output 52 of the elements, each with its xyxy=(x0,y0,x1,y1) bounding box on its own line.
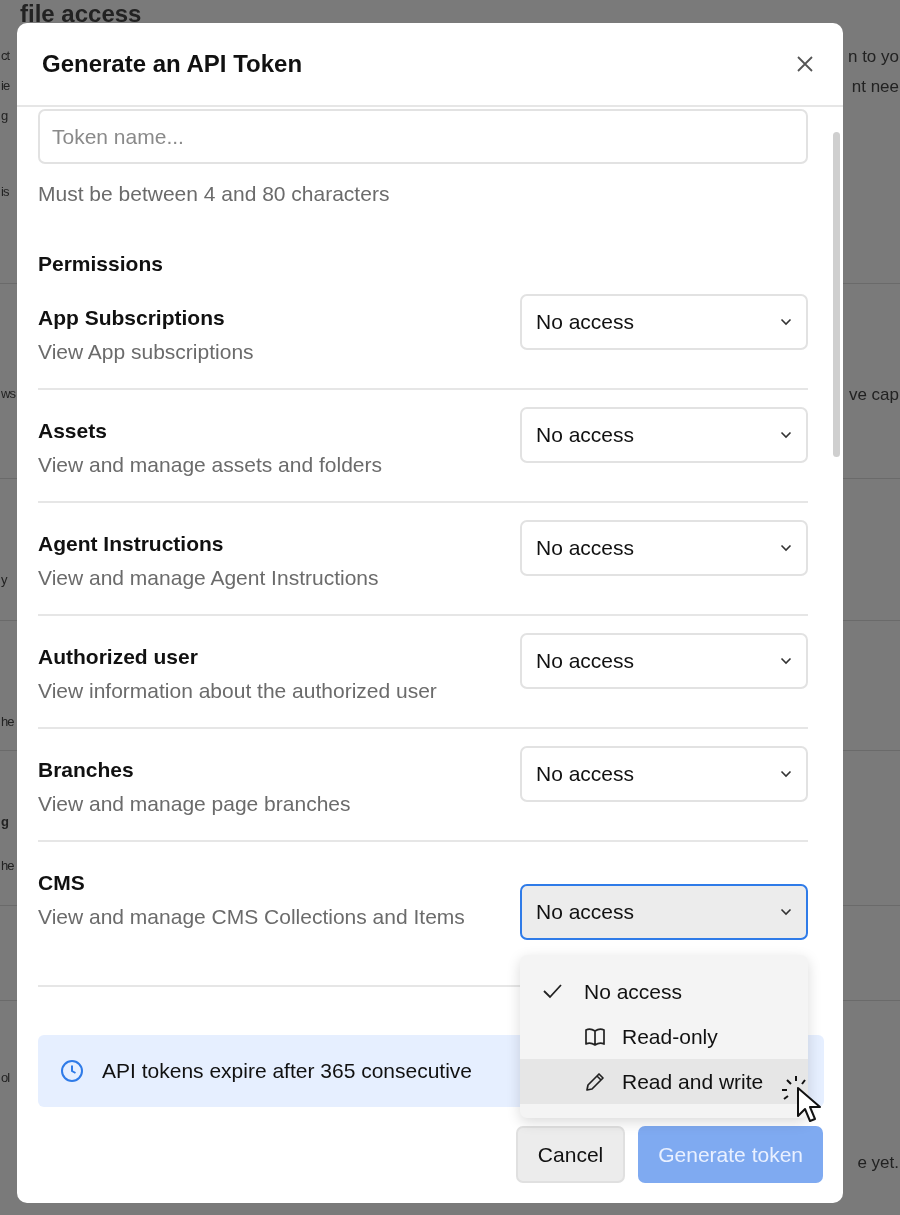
page-text-fragment: he xyxy=(1,713,14,731)
chevron-icon xyxy=(780,431,792,439)
permission-title: Branches xyxy=(38,757,135,783)
page-text-fragment: g xyxy=(1,813,8,831)
page-text-fragment: e yet. xyxy=(857,1152,899,1174)
page-text-fragment: ol xyxy=(1,1069,10,1087)
access-select[interactable]: No access xyxy=(520,633,808,689)
page-text-fragment: ie xyxy=(1,77,10,95)
clock-icon xyxy=(60,1059,84,1083)
hint-text: Must be between 4 and 80 characters xyxy=(38,181,391,207)
chevron-icon xyxy=(780,770,792,778)
chevron-icon xyxy=(780,657,792,665)
page-text-fragment: is xyxy=(1,183,9,201)
access-select[interactable]: No access xyxy=(520,294,808,350)
page-text-fragment: n to yo xyxy=(847,46,899,68)
permission-description: View and manage assets and folders xyxy=(38,451,382,478)
permission-description: View and manage CMS Collections and Items xyxy=(38,903,465,930)
chevron-icon xyxy=(780,908,792,916)
page-text-fragment: ws xyxy=(1,385,15,403)
dropdown-option[interactable]: Read-only xyxy=(520,1014,808,1059)
notice-text: API tokens expire after 365 consecutive xyxy=(102,1058,473,1085)
page-text-fragment: g xyxy=(1,107,8,125)
chevron-icon xyxy=(780,544,792,552)
access-select[interactable]: No access xyxy=(520,746,808,802)
access-select[interactable]: No access xyxy=(520,884,808,940)
permission-title: Authorized user xyxy=(38,644,199,670)
permission-description: View information about the authorized user xyxy=(38,677,437,704)
access-select[interactable]: No access xyxy=(520,520,808,576)
permission-description: View and manage Agent Instructions xyxy=(38,564,379,591)
scrollbar[interactable] xyxy=(833,132,840,457)
permission-title: Agent Instructions xyxy=(38,531,225,557)
token-name-field[interactable]: Token name... xyxy=(38,109,808,164)
page-heading: file access xyxy=(20,0,142,29)
permission-title: CMS xyxy=(38,870,86,896)
page-text-fragment: y xyxy=(1,571,7,589)
dropdown-option[interactable]: Read and write xyxy=(520,1059,808,1104)
book-icon xyxy=(584,1025,606,1048)
page-text-fragment: ve cap xyxy=(848,384,899,406)
permission-description: View and manage page branches xyxy=(38,790,351,817)
dropdown-option[interactable]: No access xyxy=(520,969,808,1014)
page-text-fragment: ct xyxy=(1,47,10,65)
section-heading: Permissions xyxy=(38,250,164,277)
chevron-icon xyxy=(780,318,792,326)
cancel-button[interactable]: Cancel xyxy=(515,1126,626,1183)
access-select[interactable]: No access xyxy=(520,407,808,463)
pencil-icon xyxy=(584,1070,606,1093)
dialog-title: Generate an API Token xyxy=(42,49,303,79)
permission-title: App Subscriptions xyxy=(38,305,226,331)
page-text-fragment: nt nee xyxy=(851,76,899,98)
permission-description: View App subscriptions xyxy=(38,338,254,365)
page-text-fragment: he xyxy=(1,857,14,875)
permission-title: Assets xyxy=(38,418,108,444)
